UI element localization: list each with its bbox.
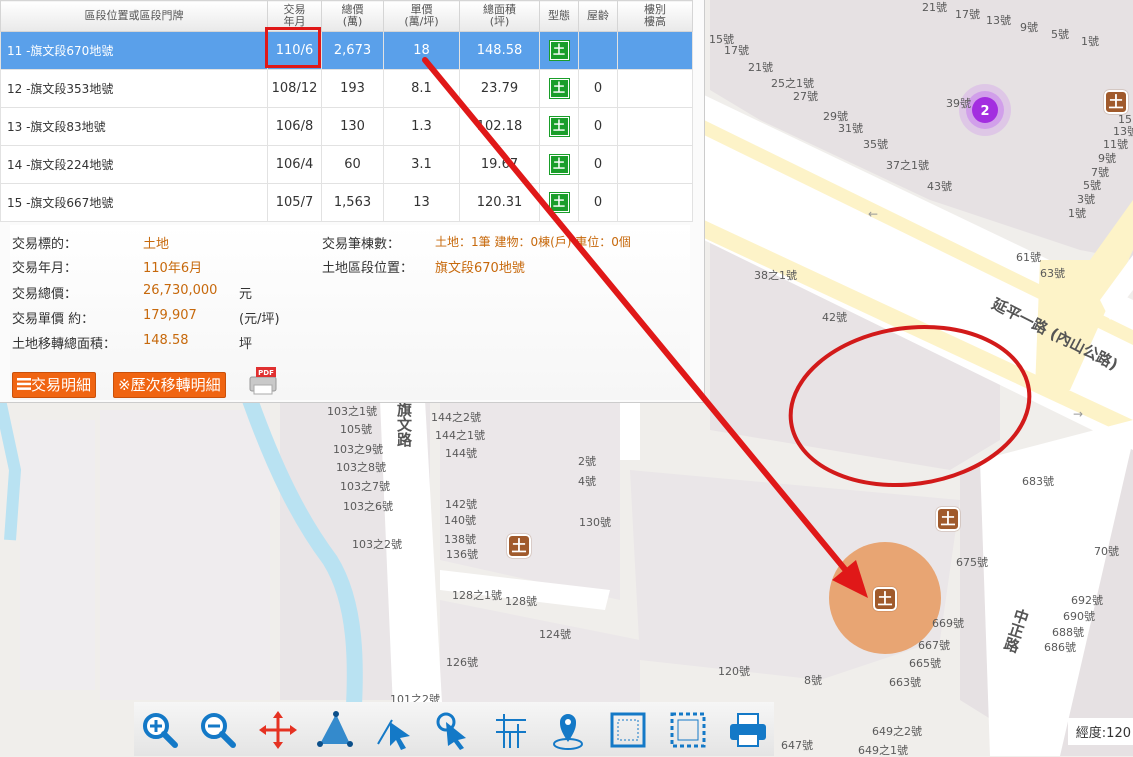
- map-toolbar: [134, 702, 774, 756]
- pan-hand-icon[interactable]: [430, 708, 474, 752]
- pan-icon[interactable]: [256, 708, 300, 752]
- measure-area-icon[interactable]: [314, 708, 358, 752]
- street-grid-icon[interactable]: [488, 708, 532, 752]
- select-box-dashed-icon[interactable]: [666, 708, 710, 752]
- zoom-in-icon[interactable]: [138, 708, 182, 752]
- coordinate-readout: 經度:120: [1067, 718, 1133, 745]
- zoom-out-icon[interactable]: [196, 708, 240, 752]
- print-icon[interactable]: [726, 708, 770, 752]
- select-arrow-icon[interactable]: [372, 708, 416, 752]
- locate-pin-icon[interactable]: [546, 708, 590, 752]
- select-box-icon[interactable]: [606, 708, 650, 752]
- annotation-arrow: [422, 57, 868, 598]
